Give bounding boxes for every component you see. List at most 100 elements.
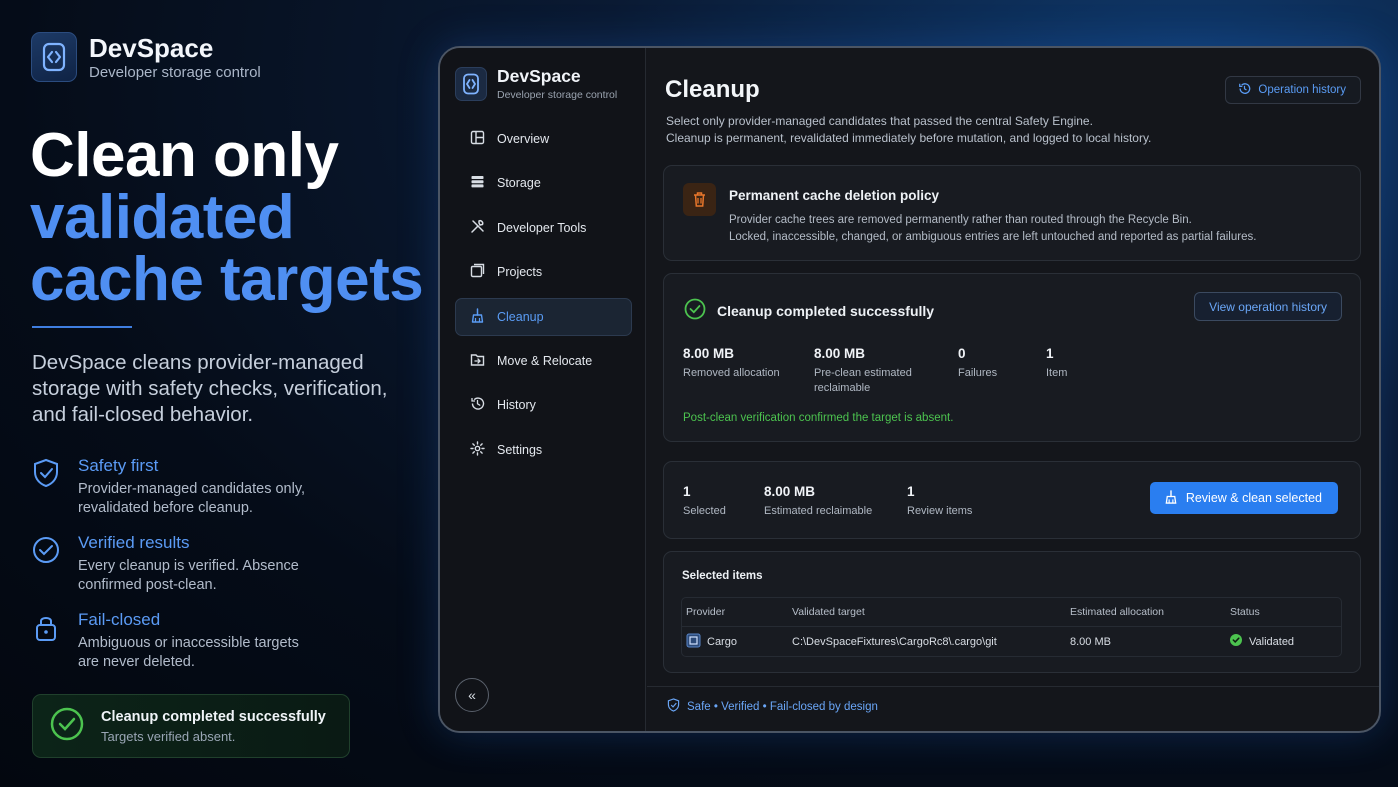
view-operation-history-button[interactable]: View operation history — [1194, 292, 1342, 321]
target-cell: C:\DevSpaceFixtures\CargoRc8\.cargo\git — [792, 635, 997, 648]
sidebar-brand-name: DevSpace — [497, 66, 581, 86]
collapse-sidebar-button[interactable]: « — [455, 678, 489, 712]
sidebar-nav: Overview Storage Developer Tools Project… — [455, 120, 632, 475]
shield-check-icon — [667, 698, 680, 715]
sidebar-item-overview[interactable]: Overview — [455, 120, 632, 158]
review-button-label: Review & clean selected — [1185, 491, 1322, 505]
check-circle-icon — [684, 298, 706, 323]
selection-summary-card: 1 Selected 8.00 MB Estimated reclaimable… — [663, 461, 1361, 539]
sidebar-item-developer-tools[interactable]: Developer Tools — [455, 209, 632, 247]
sidebar-item-storage[interactable]: Storage — [455, 164, 632, 202]
stat-value: 0 — [958, 346, 966, 361]
cleanup-result-card: Cleanup completed successfully View oper… — [663, 273, 1361, 442]
policy-line: Provider cache trees are removed permane… — [729, 214, 1192, 226]
stat-value: 1 — [907, 484, 915, 499]
sidebar-brand-subtitle: Developer storage control — [497, 89, 618, 101]
feature-verified: Verified results Every cleanup is verifi… — [32, 533, 318, 595]
gear-icon — [470, 441, 485, 459]
stat-value: 8.00 MB — [764, 484, 816, 499]
sidebar-item-label: Projects — [497, 265, 543, 280]
allocation-cell: 8.00 MB — [1070, 635, 1111, 648]
status-cell: Validated — [1230, 634, 1341, 649]
review-clean-selected-button[interactable]: Review & clean selected — [1149, 482, 1338, 514]
cargo-icon — [686, 633, 701, 651]
brand-name: DevSpace — [89, 32, 214, 63]
stat-label: Item — [1046, 367, 1068, 379]
main-content: Cleanup Select only provider-managed can… — [647, 48, 1379, 731]
page-description: Select only provider-managed candidates … — [666, 113, 1151, 147]
verification-note: Post-clean verification confirmed the ta… — [683, 412, 954, 424]
stat-label: Removed allocation — [683, 367, 780, 379]
table-header: Provider Validated target Estimated allo… — [682, 598, 1341, 627]
check-circle-icon — [49, 706, 85, 747]
operation-history-label: Operation history — [1258, 84, 1346, 96]
stat-value: 1 — [1046, 346, 1054, 361]
feature-desc: Provider-managed candidates only, revali… — [78, 481, 306, 516]
provider-name: Cargo — [707, 635, 737, 648]
sidebar-item-label: Settings — [497, 442, 543, 457]
feature-title: Verified results — [78, 533, 190, 552]
sidebar-item-cleanup[interactable]: Cleanup — [455, 297, 632, 336]
brand-subtitle: Developer storage control — [89, 63, 261, 81]
sidebar-item-projects[interactable]: Projects — [455, 253, 632, 291]
stat-label: Review items — [907, 505, 973, 517]
check-filled-icon — [1230, 634, 1242, 649]
provider-cell: Cargo — [682, 633, 792, 651]
page-description-line: Cleanup is permanent, revalidated immedi… — [666, 131, 1152, 145]
devspace-logo-icon — [31, 32, 77, 82]
tools-icon — [470, 219, 485, 237]
shield-check-icon — [32, 458, 60, 488]
stat-review-items: 1 Review items — [907, 484, 972, 519]
stat-label: Selected — [683, 505, 726, 517]
devspace-logo-icon — [455, 66, 487, 101]
trash-icon — [683, 183, 716, 216]
broom-icon — [1164, 489, 1178, 507]
operation-history-button[interactable]: Operation history — [1225, 76, 1361, 104]
page-title: Cleanup — [665, 76, 760, 103]
column-header: Validated target — [792, 606, 865, 618]
sidebar-item-history[interactable]: History — [455, 386, 632, 424]
table-row[interactable]: Cargo C:\DevSpaceFixtures\CargoRc8\.carg… — [682, 627, 1341, 656]
projects-icon — [470, 263, 485, 281]
sidebar-item-label: Move & Relocate — [497, 353, 593, 368]
move-icon — [470, 352, 485, 370]
column-header: Estimated allocation — [1070, 606, 1164, 618]
history-icon — [1238, 82, 1251, 98]
status-badge: Validated — [1249, 635, 1295, 648]
success-toast: Cleanup completed successfully Targets v… — [32, 694, 350, 758]
overview-icon — [470, 130, 485, 148]
stat-label: Failures — [958, 367, 998, 379]
history-icon — [470, 396, 485, 414]
stat-selected: 1 Selected — [683, 484, 726, 519]
footer-text: Safe • Verified • Fail-closed by design — [687, 700, 878, 713]
lead-text: DevSpace cleans provider-managed storage… — [32, 351, 388, 426]
selected-items-card: Selected items Provider Validated target… — [663, 551, 1361, 673]
stat-label: Pre-clean estimated reclaimable — [814, 367, 912, 394]
brand: DevSpace Developer storage control — [31, 32, 261, 82]
policy-title: Permanent cache deletion policy — [729, 188, 940, 203]
sidebar: DevSpace Developer storage control Overv… — [440, 48, 646, 731]
check-circle-icon — [32, 535, 60, 565]
sidebar-item-settings[interactable]: Settings — [455, 431, 632, 469]
sidebar-item-label: Storage — [497, 176, 541, 191]
toast-desc: Targets verified absent. — [101, 728, 236, 744]
feature-safety: Safety first Provider-managed candidates… — [32, 456, 318, 518]
footer-tagline: Safe • Verified • Fail-closed by design — [667, 698, 878, 715]
stat-items: 1 Item — [1046, 346, 1067, 381]
toast-title: Cleanup completed successfully — [101, 708, 326, 725]
stat-value: 8.00 MB — [814, 346, 866, 361]
sidebar-item-label: Developer Tools — [497, 220, 587, 235]
policy-description: Provider cache trees are removed permane… — [729, 212, 1256, 246]
feature-fail-closed: Fail-closed Ambiguous or inaccessible ta… — [32, 610, 318, 672]
stat-pre-clean-estimate: 8.00 MB Pre-clean estimated reclaimable — [814, 346, 924, 396]
stat-estimated-reclaimable: 8.00 MB Estimated reclaimable — [764, 484, 872, 519]
hero-line-3: cache targets — [30, 245, 424, 314]
result-title-text: Cleanup completed successfully — [717, 302, 935, 319]
lock-icon — [32, 612, 60, 642]
result-title: Cleanup completed successfully — [684, 298, 934, 323]
column-header: Status — [1230, 606, 1260, 618]
storage-icon — [470, 174, 485, 192]
sidebar-item-move-relocate[interactable]: Move & Relocate — [455, 342, 632, 380]
deletion-policy-card: Permanent cache deletion policy Provider… — [663, 165, 1361, 261]
footer-divider — [647, 686, 1379, 687]
